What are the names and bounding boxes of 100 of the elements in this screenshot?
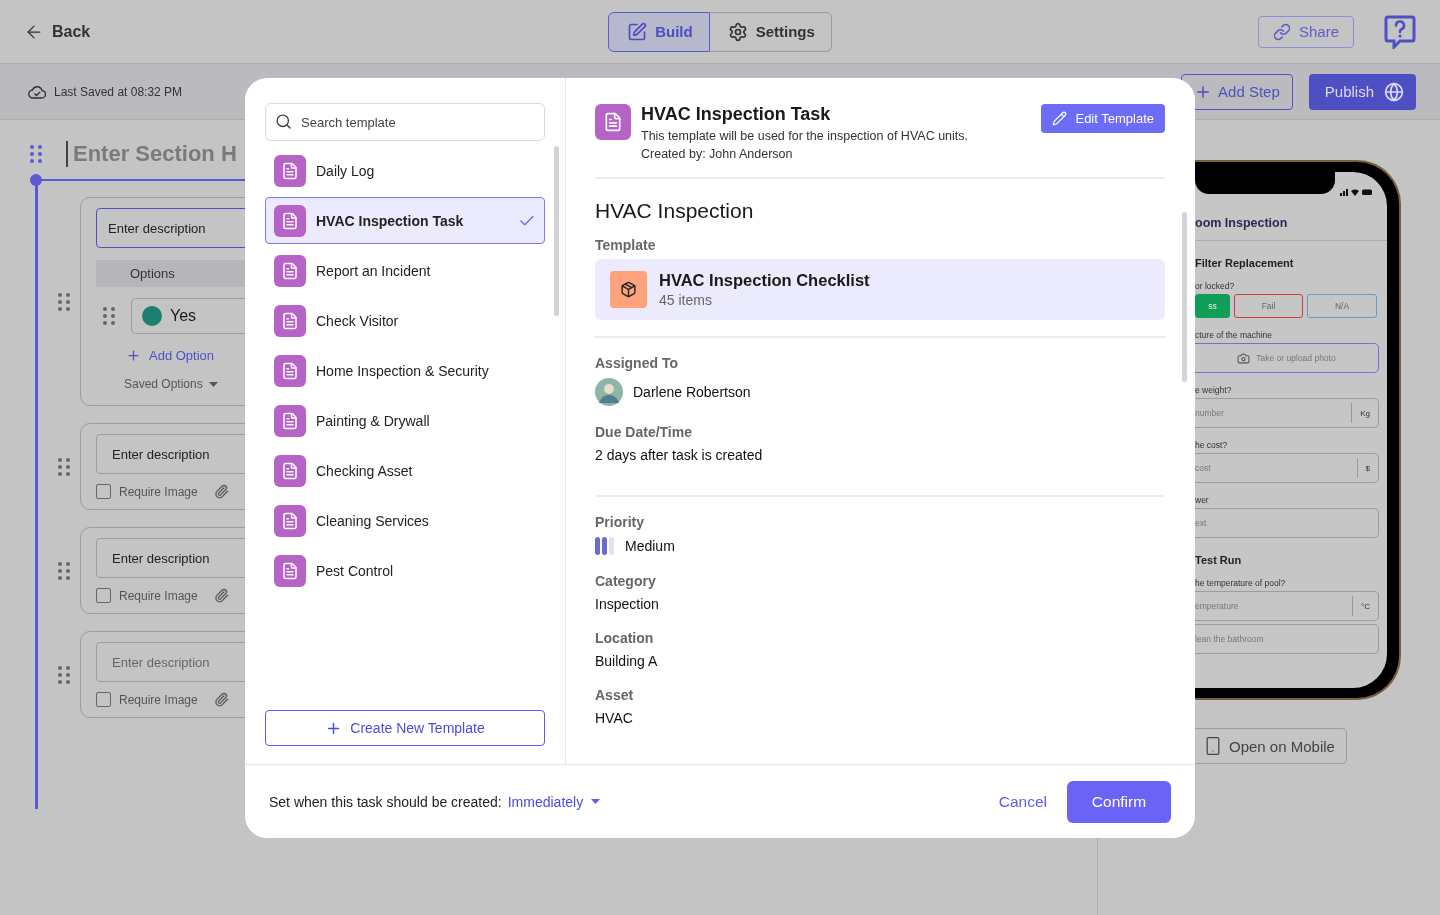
paperclip-icon[interactable] [213,692,229,707]
back-link[interactable]: Back [24,21,91,42]
open-on-mobile-button[interactable]: Open on Mobile [1195,728,1347,764]
field-label: Location [595,630,655,646]
cloud-check-icon [28,84,46,99]
paperclip-icon[interactable] [213,588,229,603]
section-title: HVAC Inspection [595,199,755,223]
edit-icon [627,21,648,42]
description-field[interactable]: Enter description [96,642,245,682]
description-field[interactable]: Enter description [96,434,245,474]
paperclip-icon[interactable] [213,484,229,499]
field-value: Building A [595,653,659,669]
saved-options-dropdown[interactable]: Saved Options [124,377,245,391]
preview-question: cture of the machine [1195,330,1273,340]
document-icon [274,554,306,587]
edit-template-button[interactable]: Edit Template [1041,104,1165,133]
drag-handle-icon[interactable] [58,665,70,684]
mode-tab[interactable]: Settings [709,11,832,52]
template-list-item[interactable]: Check Visitor [265,297,545,344]
globe-icon [1384,81,1404,102]
priority-value: Medium [625,538,675,554]
caret-icon [208,381,218,387]
search-field[interactable]: Search template [265,103,545,141]
field-value: HVAC [595,710,634,726]
last-saved-text: Last Saved at 08:32 PM [54,84,183,99]
document-icon [274,504,306,537]
document-icon [274,204,306,237]
document-icon [274,454,306,487]
checkbox[interactable] [96,588,111,603]
preview-question: e weight? [1195,385,1233,395]
options-header: Options [96,260,245,287]
drag-handle-icon[interactable] [30,145,42,163]
timing-prompt: Set when this task should be created: [269,793,502,810]
plus-icon [126,348,141,363]
search-icon [275,113,292,130]
confirm-button[interactable]: Confirm [1067,780,1171,823]
checkbox[interactable] [96,692,111,707]
timing-dropdown[interactable]: Immediately [507,793,601,810]
template-list-item[interactable]: Home Inspection & Security [265,347,545,394]
preview-question: he temperature of pool? [1195,578,1287,588]
field-label: Asset [595,687,635,703]
template-title: HVAC Inspection Task [641,104,832,125]
add-option-button[interactable]: Add Option [126,348,245,363]
checklist-name: HVAC Inspection Checklist [659,271,870,290]
field-value: Inspection [595,596,660,612]
preview-input-field[interactable]: cost $ [1195,453,1379,483]
template-list-item[interactable]: Checking Asset [265,447,545,494]
status-bar-icons [1340,188,1372,196]
template-card[interactable]: HVAC Inspection Checklist 45 items [595,259,1165,320]
checkbox[interactable] [96,484,111,499]
link-icon [1272,22,1291,41]
checkbox-label: Require Image [119,692,198,707]
preview-input-field[interactable]: number Kg [1195,398,1379,428]
assignee-name: Darlene Robertson [633,384,751,400]
drag-handle-icon[interactable] [58,457,70,476]
template-list-item[interactable]: Cleaning Services [265,497,545,544]
scrollbar[interactable] [1182,212,1187,382]
preview-input-field[interactable]: emperature °C [1195,591,1379,621]
template-list-item[interactable]: Daily Log [265,147,545,194]
drag-handle-icon[interactable] [103,307,115,325]
template-list-item[interactable]: Report an Incident [265,247,545,294]
template-description: This template will be used for the inspection of HVAC units. [641,129,969,143]
checkbox-label: Require Image [119,484,198,499]
choice-chip[interactable]: N/A [1307,294,1377,318]
publish-button[interactable]: Publish [1308,73,1416,110]
template-list-item[interactable]: Pest Control [265,547,545,594]
preview-section-title: Filter Replacement [1195,257,1295,269]
drag-handle-icon[interactable] [58,292,70,311]
preview-question: wer [1195,495,1210,505]
help-icon[interactable] [1384,14,1416,49]
box-icon [610,271,647,308]
description-field[interactable]: Enter description [96,208,245,248]
template-list-item[interactable]: HVAC Inspection Task [265,197,545,244]
field-label: Priority [595,514,645,530]
created-by-text: Created by: John Anderson [641,147,794,161]
document-icon [274,304,306,337]
preview-section-title: Test Run [1195,554,1243,566]
settings-icon [727,21,748,42]
choice-chip[interactable]: Fail [1234,294,1303,318]
field-label: Category [595,573,657,589]
camera-icon [1237,351,1251,365]
preview-question: he cost? [1195,440,1229,450]
caret-icon [591,799,601,804]
field-label: Due Date/Time [595,424,693,440]
create-template-button[interactable]: Create New Template [265,710,545,746]
checkbox-label: Require Image [119,588,198,603]
template-list-item[interactable]: Painting & Drywall [265,397,545,444]
document-icon [595,104,631,140]
cancel-button[interactable]: Cancel [998,792,1047,811]
field-label: Template [595,237,657,253]
field-value: 2 days after task is created [595,447,764,463]
document-icon [274,354,306,387]
document-icon [274,254,306,287]
drag-handle-icon[interactable] [58,561,70,580]
description-field[interactable]: Enter description [96,538,245,578]
scrollbar[interactable] [554,146,559,316]
pencil-icon [1052,111,1068,126]
item-count: 45 items [659,292,713,308]
field-label: Assigned To [595,355,679,371]
document-icon [274,404,306,437]
